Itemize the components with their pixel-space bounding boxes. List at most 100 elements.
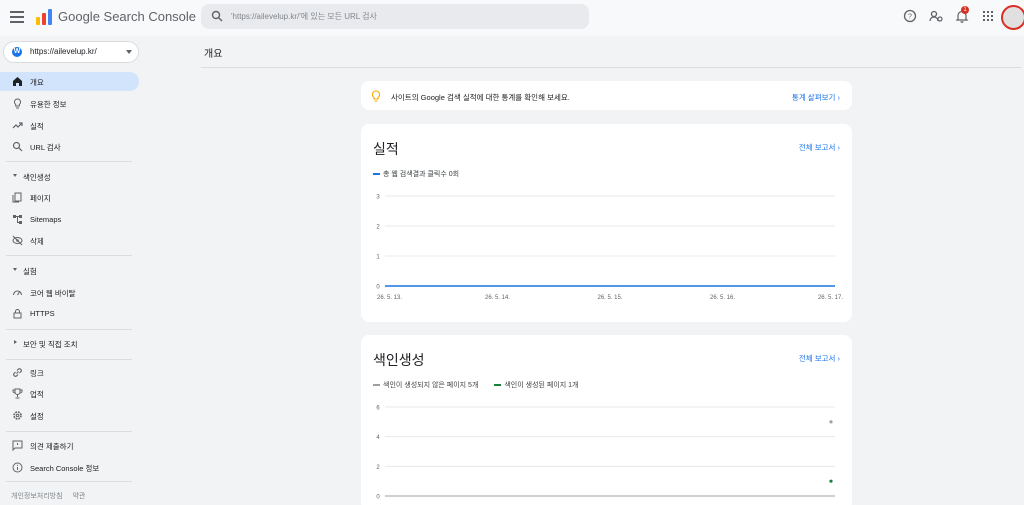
sidebar-item-achievements[interactable]: 업적 bbox=[0, 384, 139, 403]
x-tick-label: 26. 5. 15. bbox=[597, 295, 622, 301]
x-tick-label: 26. 5. 16. bbox=[710, 295, 735, 301]
lock-icon bbox=[13, 309, 22, 319]
sidebar-item-label: Search Console 정보 bbox=[30, 464, 100, 473]
sidebar-item-settings[interactable]: 설정 bbox=[0, 406, 139, 425]
top-app-bar: Google Search Console ? 1 bbox=[0, 0, 1024, 36]
link-icon bbox=[13, 368, 22, 377]
sidebar-item-core-web-vitals[interactable]: 코어 웹 바이탈 bbox=[0, 283, 139, 302]
y-tick-label: 6 bbox=[376, 406, 380, 412]
chevron-down-icon bbox=[13, 174, 17, 177]
property-label: https://ailevelup.kr/ bbox=[30, 47, 97, 56]
indexing-card: 색인생성 전체 보고서 › 색인이 생성되지 않은 페이지 5개 색인이 생성된… bbox=[361, 335, 852, 505]
sidebar-item-label: 페이지 bbox=[30, 194, 51, 203]
sidebar-item-sitemaps[interactable]: Sitemaps bbox=[0, 210, 139, 229]
wordpress-icon: W bbox=[12, 47, 22, 57]
sidebar-item-label: 링크 bbox=[30, 369, 44, 378]
explore-stats-link[interactable]: 통계 살펴보기 › bbox=[792, 92, 840, 103]
home-icon bbox=[13, 77, 22, 86]
sidebar-item-https[interactable]: HTTPS bbox=[0, 304, 139, 323]
indexing-chart: 0 2 4 6 bbox=[376, 406, 835, 501]
tip-text: 사이트의 Google 검색 실적에 대한 통계를 확인해 보세요. bbox=[391, 93, 570, 102]
sidebar-item-label: 삭제 bbox=[30, 237, 44, 246]
page-title: 개요 bbox=[204, 49, 223, 60]
section-label: 실험 bbox=[23, 267, 37, 276]
app-title: Google Search Console bbox=[58, 9, 197, 24]
y-tick-label: 3 bbox=[376, 195, 380, 201]
sidebar-item-label: 코어 웹 바이탈 bbox=[30, 289, 76, 298]
trending-up-icon bbox=[12, 122, 23, 129]
sidebar-item-label: URL 검사 bbox=[30, 143, 61, 152]
url-inspection-search[interactable] bbox=[201, 4, 589, 29]
menu-icon[interactable] bbox=[10, 9, 24, 23]
account-avatar[interactable] bbox=[1001, 5, 1024, 30]
sidebar-item-label: 설정 bbox=[30, 412, 44, 421]
sidebar-divider bbox=[6, 329, 132, 330]
section-indexing[interactable]: 색인생성 bbox=[0, 168, 139, 184]
section-label: 보안 및 직접 조치 bbox=[23, 340, 78, 349]
data-point bbox=[829, 479, 833, 483]
section-experience[interactable]: 실험 bbox=[0, 262, 139, 278]
sidebar-item-performance[interactable]: 실적 bbox=[0, 116, 139, 135]
sidebar-item-label: 업적 bbox=[30, 390, 44, 399]
performance-card: 실적 전체 보고서 › 총 웹 검색결과 클릭수 0회 0 1 2 3 26. 5. 1… bbox=[361, 124, 852, 322]
search-icon bbox=[12, 141, 23, 152]
settings-icon bbox=[13, 411, 22, 420]
data-point bbox=[829, 420, 833, 424]
sitemap-icon bbox=[13, 215, 22, 224]
insights-tip-card: 사이트의 Google 검색 실적에 대한 통계를 확인해 보세요. 통계 살펴… bbox=[361, 81, 852, 110]
sidebar-divider bbox=[6, 255, 132, 256]
pages-icon bbox=[12, 192, 22, 203]
property-selector[interactable]: W https://ailevelup.kr/ bbox=[3, 41, 139, 63]
title-divider bbox=[201, 67, 1021, 68]
section-security[interactable]: 보안 및 직접 조치 bbox=[0, 335, 139, 351]
sidebar-item-label: HTTPS bbox=[30, 309, 55, 318]
privacy-link[interactable]: 개인정보처리방침 bbox=[11, 493, 63, 500]
y-tick-label: 0 bbox=[376, 285, 380, 291]
chevron-right-icon bbox=[14, 340, 17, 344]
sidebar-item-overview[interactable]: 개요 bbox=[0, 72, 139, 91]
y-tick-label: 0 bbox=[376, 495, 380, 501]
sidebar-divider bbox=[6, 359, 132, 360]
lightbulb-icon bbox=[14, 98, 21, 109]
svg-text:?: ? bbox=[908, 14, 912, 21]
performance-chart: 0 1 2 3 26. 5. 13. 26. 5. 14. 26. 5. 15. 26. 5.… bbox=[376, 195, 843, 302]
info-icon bbox=[12, 462, 23, 473]
sidebar-item-pages[interactable]: 페이지 bbox=[0, 188, 139, 207]
sidebar-item-label: 유용한 정보 bbox=[30, 100, 67, 109]
sidebar-item-label: 실적 bbox=[30, 122, 44, 131]
feedback-icon bbox=[12, 440, 23, 451]
apps-grid-icon[interactable] bbox=[981, 9, 995, 23]
sidebar-item-feedback[interactable]: 의견 제출하기 bbox=[0, 436, 139, 455]
search-input[interactable] bbox=[231, 8, 571, 25]
chevron-down-icon bbox=[13, 268, 17, 271]
sidebar-item-insights[interactable]: 유용한 정보 bbox=[0, 94, 139, 113]
search-console-logo bbox=[36, 9, 52, 25]
x-tick-label: 26. 5. 14. bbox=[485, 295, 510, 301]
x-tick-label: 26. 5. 13. bbox=[377, 295, 402, 301]
y-tick-label: 2 bbox=[376, 225, 380, 231]
terms-link[interactable]: 약관 bbox=[72, 493, 85, 500]
section-label: 색인생성 bbox=[23, 173, 51, 182]
lightbulb-icon bbox=[371, 90, 381, 102]
x-tick-label: 26. 5. 17. bbox=[818, 295, 843, 301]
sidebar-item-label: 개요 bbox=[30, 78, 44, 87]
sidebar-divider bbox=[6, 431, 132, 432]
y-tick-label: 2 bbox=[376, 465, 380, 471]
visibility-off-icon bbox=[12, 235, 23, 246]
speed-icon bbox=[12, 290, 23, 296]
sidebar-item-about[interactable]: Search Console 정보 bbox=[0, 458, 139, 477]
y-tick-label: 4 bbox=[376, 435, 380, 441]
notification-badge: 1 bbox=[961, 6, 969, 14]
help-icon[interactable]: ? bbox=[903, 9, 917, 23]
chevron-down-icon bbox=[126, 50, 132, 54]
explore-stats-label: 통계 살펴보기 bbox=[791, 93, 836, 102]
trophy-icon bbox=[12, 388, 23, 399]
sidebar-item-removals[interactable]: 삭제 bbox=[0, 231, 139, 250]
sidebar-item-links[interactable]: 링크 bbox=[0, 363, 139, 382]
manage-users-icon[interactable] bbox=[929, 9, 943, 23]
sidebar-item-url-inspection[interactable]: URL 검사 bbox=[0, 137, 139, 156]
sidebar-item-label: Sitemaps bbox=[30, 215, 62, 224]
sidebar-footer: 개인정보처리방침 약관 bbox=[11, 491, 93, 501]
sidebar-divider bbox=[6, 481, 132, 482]
sidebar-divider bbox=[6, 161, 132, 162]
